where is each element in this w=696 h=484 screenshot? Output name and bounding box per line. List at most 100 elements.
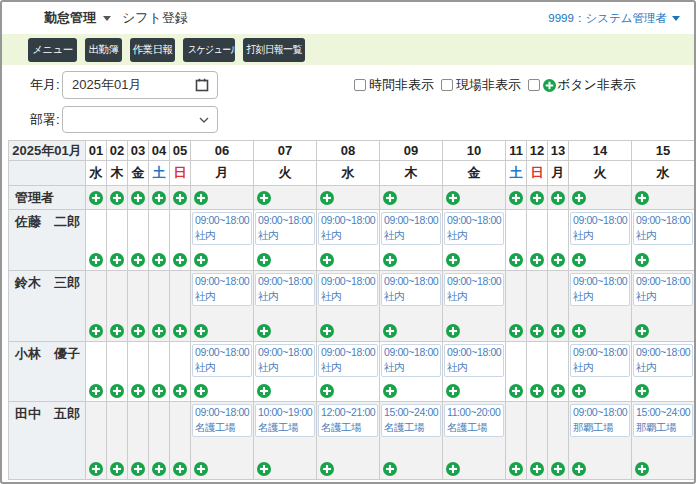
- checkbox-item-2[interactable]: ボタン非表示: [528, 76, 636, 94]
- shift-entry[interactable]: 15:00~24:00那覇工場: [633, 404, 693, 437]
- add-shift-button[interactable]: [446, 324, 460, 338]
- add-shift-button[interactable]: [257, 462, 271, 476]
- add-shift-button[interactable]: [446, 191, 460, 205]
- add-shift-button[interactable]: [530, 191, 544, 205]
- add-shift-button[interactable]: [383, 253, 397, 267]
- add-shift-button[interactable]: [572, 384, 586, 398]
- add-shift-button[interactable]: [173, 384, 187, 398]
- add-shift-button[interactable]: [383, 324, 397, 338]
- shift-entry[interactable]: 09:00~18:00社内: [570, 212, 630, 245]
- calendar-icon[interactable]: [195, 78, 209, 92]
- add-shift-button[interactable]: [89, 462, 103, 476]
- shift-entry[interactable]: 09:00~18:00社内: [570, 273, 630, 306]
- add-shift-button[interactable]: [572, 324, 586, 338]
- add-shift-button[interactable]: [635, 191, 649, 205]
- add-shift-button[interactable]: [194, 191, 208, 205]
- add-shift-button[interactable]: [89, 253, 103, 267]
- add-shift-button[interactable]: [89, 324, 103, 338]
- add-shift-button[interactable]: [530, 384, 544, 398]
- checkbox[interactable]: [441, 79, 453, 91]
- shift-entry[interactable]: 09:00~18:00社内: [381, 344, 441, 377]
- shift-entry[interactable]: 09:00~18:00社内: [381, 273, 441, 306]
- add-shift-button[interactable]: [530, 324, 544, 338]
- add-shift-button[interactable]: [572, 191, 586, 205]
- add-shift-button[interactable]: [110, 253, 124, 267]
- shift-entry[interactable]: 09:00~18:00社内: [255, 273, 315, 306]
- shift-entry[interactable]: 09:00~18:00社内: [318, 344, 378, 377]
- add-shift-button[interactable]: [383, 462, 397, 476]
- add-shift-button[interactable]: [530, 253, 544, 267]
- year-month-input[interactable]: 2025年01月: [62, 71, 218, 99]
- checkbox-item-1[interactable]: 現場非表示: [441, 76, 521, 94]
- add-shift-button[interactable]: [446, 384, 460, 398]
- add-shift-button[interactable]: [152, 253, 166, 267]
- nav-button-1[interactable]: 出勤簿: [85, 38, 122, 62]
- app-menu[interactable]: 勤怠管理: [44, 9, 96, 27]
- shift-entry[interactable]: 09:00~18:00社内: [633, 273, 693, 306]
- shift-entry[interactable]: 09:00~18:00社内: [192, 273, 252, 306]
- add-shift-button[interactable]: [551, 191, 565, 205]
- add-shift-button[interactable]: [152, 384, 166, 398]
- add-shift-button[interactable]: [551, 324, 565, 338]
- shift-entry[interactable]: 09:00~18:00社内: [444, 344, 504, 377]
- add-shift-button[interactable]: [509, 324, 523, 338]
- add-shift-button[interactable]: [509, 191, 523, 205]
- checkbox[interactable]: [354, 79, 366, 91]
- shift-entry[interactable]: 09:00~18:00社内: [318, 212, 378, 245]
- add-shift-button[interactable]: [320, 191, 334, 205]
- add-shift-button[interactable]: [551, 462, 565, 476]
- nav-button-2[interactable]: 作業日報: [130, 38, 175, 62]
- add-shift-button[interactable]: [131, 191, 145, 205]
- add-shift-button[interactable]: [194, 253, 208, 267]
- shift-entry[interactable]: 09:00~18:00社内: [444, 273, 504, 306]
- add-shift-button[interactable]: [635, 253, 649, 267]
- add-shift-button[interactable]: [257, 191, 271, 205]
- add-shift-button[interactable]: [530, 462, 544, 476]
- add-shift-button[interactable]: [173, 253, 187, 267]
- shift-entry[interactable]: 10:00~19:00名護工場: [255, 404, 315, 437]
- shift-entry[interactable]: 09:00~18:00社内: [255, 212, 315, 245]
- add-shift-button[interactable]: [635, 384, 649, 398]
- add-shift-button[interactable]: [89, 191, 103, 205]
- add-shift-button[interactable]: [635, 462, 649, 476]
- add-shift-button[interactable]: [194, 462, 208, 476]
- shift-entry[interactable]: 09:00~18:00社内: [192, 344, 252, 377]
- checkbox[interactable]: [528, 79, 540, 91]
- add-shift-button[interactable]: [110, 191, 124, 205]
- shift-entry[interactable]: 09:00~18:00那覇工場: [570, 404, 630, 437]
- add-shift-button[interactable]: [131, 324, 145, 338]
- add-shift-button[interactable]: [131, 462, 145, 476]
- add-shift-button[interactable]: [446, 253, 460, 267]
- nav-button-0[interactable]: メニュー: [28, 38, 77, 62]
- add-shift-button[interactable]: [89, 384, 103, 398]
- shift-entry[interactable]: 09:00~18:00社内: [318, 273, 378, 306]
- shift-entry[interactable]: 11:00~20:00名護工場: [444, 404, 504, 437]
- add-shift-button[interactable]: [152, 324, 166, 338]
- add-shift-button[interactable]: [131, 253, 145, 267]
- add-shift-button[interactable]: [110, 324, 124, 338]
- add-shift-button[interactable]: [551, 253, 565, 267]
- add-shift-button[interactable]: [194, 324, 208, 338]
- add-shift-button[interactable]: [131, 384, 145, 398]
- shift-entry[interactable]: 09:00~18:00名護工場: [192, 404, 252, 437]
- add-shift-button[interactable]: [572, 462, 586, 476]
- add-shift-button[interactable]: [509, 253, 523, 267]
- add-shift-button[interactable]: [110, 462, 124, 476]
- add-shift-button[interactable]: [152, 462, 166, 476]
- user-menu[interactable]: 9999：システム管理者: [548, 11, 680, 26]
- shift-entry[interactable]: 12:00~21:00名護工場: [318, 404, 378, 437]
- add-shift-button[interactable]: [551, 384, 565, 398]
- nav-button-4[interactable]: 打刻日報一覧: [243, 38, 305, 62]
- shift-entry[interactable]: 09:00~18:00社内: [255, 344, 315, 377]
- add-shift-button[interactable]: [257, 384, 271, 398]
- add-shift-button[interactable]: [110, 384, 124, 398]
- add-shift-button[interactable]: [173, 324, 187, 338]
- add-shift-button[interactable]: [320, 462, 334, 476]
- shift-entry[interactable]: 09:00~18:00社内: [381, 212, 441, 245]
- add-shift-button[interactable]: [446, 462, 460, 476]
- shift-entry[interactable]: 15:00~24:00名護工場: [381, 404, 441, 437]
- add-shift-button[interactable]: [635, 324, 649, 338]
- add-shift-button[interactable]: [257, 253, 271, 267]
- shift-entry[interactable]: 09:00~18:00社内: [444, 212, 504, 245]
- add-shift-button[interactable]: [572, 253, 586, 267]
